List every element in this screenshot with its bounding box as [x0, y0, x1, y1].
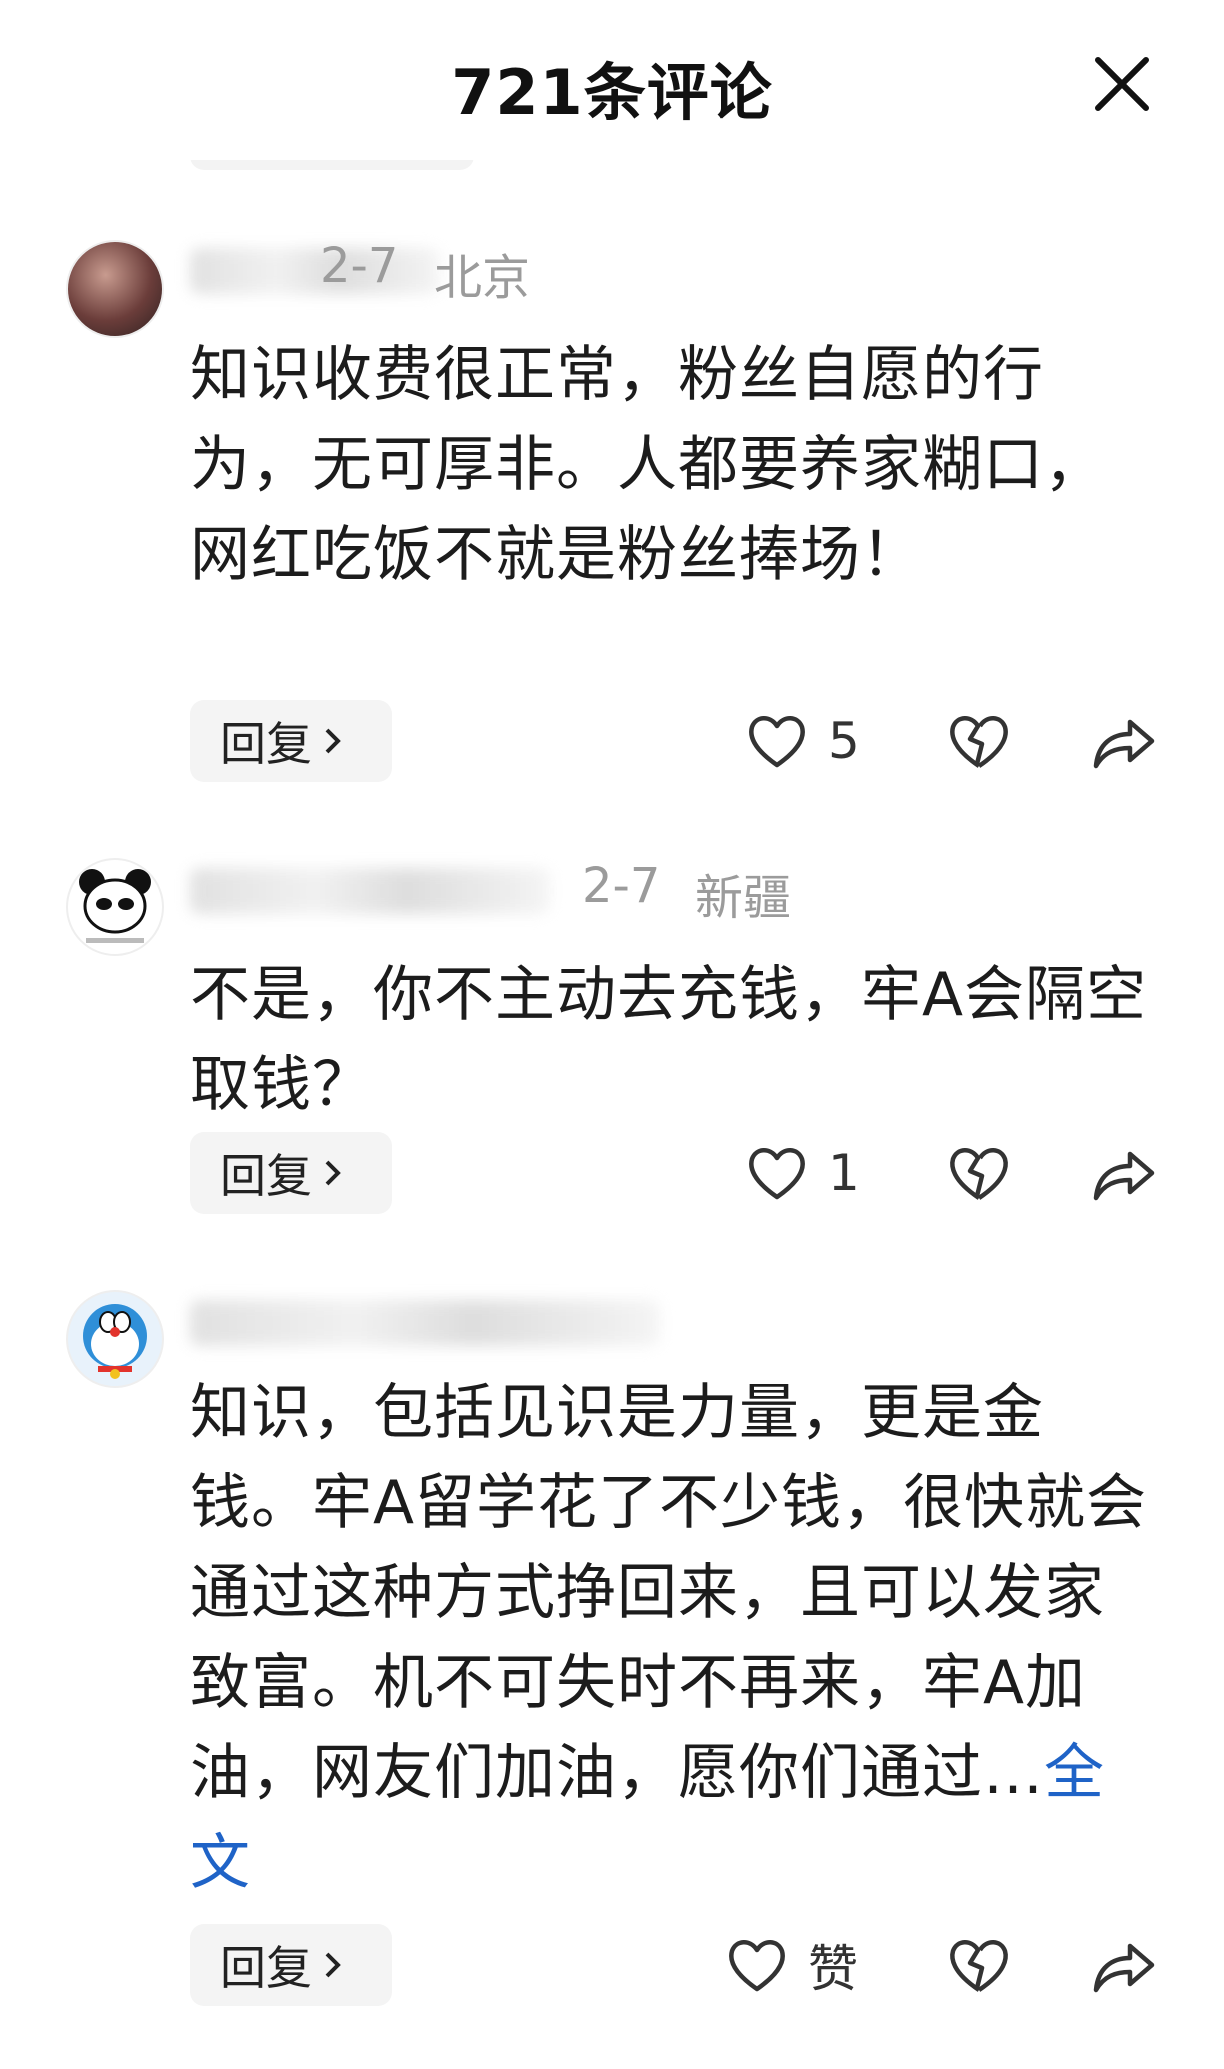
avatar[interactable] [66, 858, 164, 956]
comment-location: 北京 [434, 250, 531, 306]
comment-text: 知识收费很正常，粉丝自愿的行为，无可厚非。人都要养家糊口，网红吃饭不就是粉丝捧场… [190, 340, 1105, 590]
share-icon[interactable] [1088, 706, 1158, 776]
chevron-right-icon [325, 1952, 341, 1978]
close-icon[interactable] [1090, 52, 1154, 116]
avatar[interactable] [66, 1290, 164, 1388]
like-count: 5 [828, 712, 860, 770]
chevron-right-icon [325, 1160, 341, 1186]
share-icon[interactable] [1088, 1930, 1158, 2000]
username-blurred[interactable] [190, 868, 550, 914]
comment-location: 新疆 [695, 870, 792, 926]
dislike-icon[interactable] [944, 706, 1014, 776]
dislike-icon[interactable] [944, 1138, 1014, 1208]
reply-button[interactable]: 回复 [190, 1132, 392, 1214]
comment-text: 知识，包括见识是力量，更是金钱。牢A留学花了不少钱，很快就会通过这种方式挣回来，… [190, 1368, 1160, 1908]
reply-label: 回复 [220, 1149, 312, 1203]
like-count: 赞 [808, 1940, 858, 1998]
share-icon[interactable] [1088, 1138, 1158, 1208]
panda-meme-avatar [79, 869, 151, 943]
comment-date: 2-7 [320, 238, 399, 294]
comment-date: 2-7 [582, 858, 661, 914]
comments-title: 721条评论 [451, 56, 773, 129]
reply-button[interactable]: 回复 [190, 1924, 392, 2006]
like-button[interactable]: 1 [746, 1138, 860, 1208]
reply-label: 回复 [220, 1941, 312, 1995]
avatar[interactable] [66, 240, 164, 338]
dislike-icon[interactable] [944, 1930, 1014, 2000]
reply-button[interactable]: 回复 [190, 700, 392, 782]
heart-icon [749, 716, 805, 768]
username-blurred[interactable] [190, 248, 440, 294]
username-blurred[interactable] [190, 1300, 660, 1346]
like-button[interactable]: 赞 [726, 1930, 858, 2000]
like-count: 1 [828, 1144, 860, 1202]
chevron-right-icon [325, 728, 341, 754]
comments-header: 721条评论 [0, 0, 1224, 160]
heart-icon [749, 1148, 805, 1200]
comment-text: 不是，你不主动去充钱，牢A会隔空取钱？ [190, 960, 1148, 1120]
heart-icon [729, 1940, 785, 1992]
comment-text-content: 知识，包括见识是力量，更是金钱。牢A留学花了不少钱，很快就会通过这种方式挣回来，… [190, 1378, 1148, 1808]
doraemon-avatar [83, 1304, 147, 1379]
like-button[interactable]: 5 [746, 706, 860, 776]
reply-label: 回复 [220, 717, 312, 771]
